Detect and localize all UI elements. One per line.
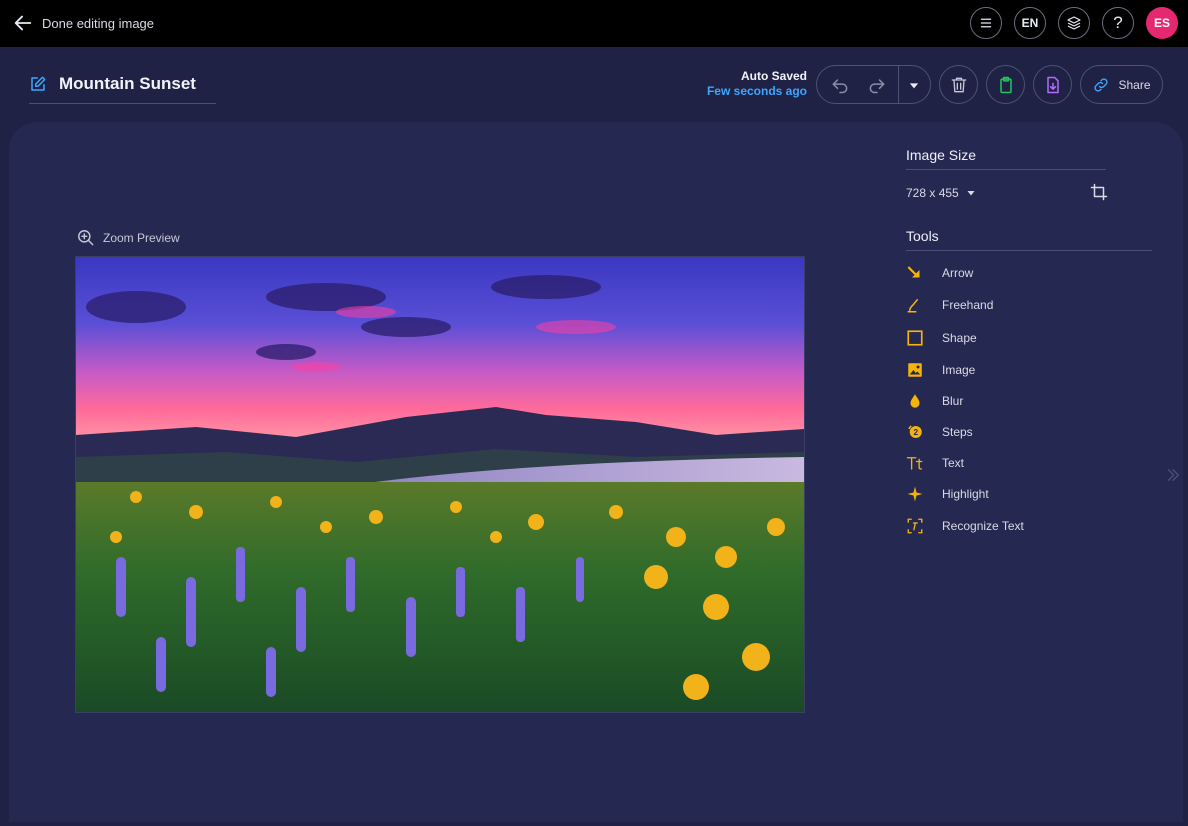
link-icon bbox=[1094, 77, 1109, 92]
blur-icon bbox=[910, 394, 920, 408]
back-arrow-icon bbox=[14, 15, 32, 31]
highlight-icon bbox=[907, 486, 923, 502]
zoom-in-icon bbox=[78, 230, 94, 246]
history-dropdown-button[interactable] bbox=[899, 67, 930, 103]
delete-button[interactable] bbox=[939, 65, 978, 104]
svg-text:2: 2 bbox=[913, 428, 918, 437]
tool-label: Freehand bbox=[942, 298, 994, 312]
tool-label: Text bbox=[942, 456, 965, 470]
help-button[interactable]: ? bbox=[1102, 7, 1134, 39]
tool-label: Highlight bbox=[942, 487, 989, 501]
tools-heading: Tools bbox=[906, 228, 939, 244]
zoom-preview-label: Zoom Preview bbox=[103, 230, 180, 245]
expand-panel-icon[interactable] bbox=[1164, 466, 1182, 484]
tool-label: Shape bbox=[942, 331, 977, 345]
image-title: Mountain Sunset bbox=[59, 74, 196, 93]
tool-steps[interactable]: 2 Steps bbox=[906, 422, 1106, 442]
tool-label: Recognize Text bbox=[942, 519, 1024, 533]
tool-arrow[interactable]: Arrow bbox=[906, 263, 1106, 283]
language-button[interactable]: EN bbox=[1014, 7, 1046, 39]
caret-down-icon bbox=[967, 191, 975, 196]
shape-icon bbox=[907, 330, 923, 346]
zoom-preview-button[interactable]: Zoom Preview bbox=[76, 228, 180, 247]
tool-shape[interactable]: Shape bbox=[906, 328, 1106, 348]
tool-label: Steps bbox=[942, 425, 973, 439]
tool-text[interactable]: Text bbox=[906, 453, 1106, 473]
divider bbox=[906, 169, 1106, 170]
edit-icon bbox=[31, 76, 46, 91]
text-icon bbox=[906, 457, 923, 470]
share-button[interactable]: Share bbox=[1080, 65, 1163, 104]
mountain-sunset-photo bbox=[76, 257, 804, 712]
download-file-icon bbox=[1046, 76, 1059, 93]
image-size-value: 728 x 455 bbox=[906, 186, 959, 200]
hamburger-menu-icon bbox=[980, 18, 992, 28]
tool-highlight[interactable]: Highlight bbox=[906, 484, 1106, 504]
image-title-field[interactable]: Mountain Sunset bbox=[29, 72, 216, 104]
done-editing-button[interactable]: Done editing image bbox=[12, 12, 154, 34]
layers-button[interactable] bbox=[1058, 7, 1090, 39]
autosave-status: Auto Saved Few seconds ago bbox=[707, 69, 807, 99]
layers-icon bbox=[1067, 16, 1081, 30]
autosave-time: Few seconds ago bbox=[706, 84, 807, 98]
tool-blur[interactable]: Blur bbox=[906, 391, 1106, 411]
steps-icon: 2 bbox=[908, 425, 922, 438]
tool-freehand[interactable]: Freehand bbox=[906, 295, 1106, 315]
tool-label: Blur bbox=[942, 394, 964, 408]
undo-icon bbox=[832, 78, 848, 93]
tool-label: Arrow bbox=[942, 266, 974, 280]
clipboard-icon bbox=[999, 76, 1012, 93]
undo-button[interactable] bbox=[821, 67, 858, 103]
image-size-heading: Image Size bbox=[906, 147, 977, 163]
redo-icon bbox=[869, 78, 885, 93]
top-bar: Done editing image EN ? ES bbox=[0, 0, 1188, 47]
user-avatar[interactable]: ES bbox=[1146, 7, 1178, 39]
arrow-icon bbox=[907, 266, 920, 278]
freehand-icon bbox=[907, 299, 918, 313]
share-label: Share bbox=[1118, 77, 1151, 92]
image-icon bbox=[908, 363, 922, 377]
history-controls bbox=[816, 65, 931, 104]
redo-button[interactable] bbox=[858, 67, 895, 103]
tool-label: Image bbox=[942, 363, 976, 377]
done-editing-label: Done editing image bbox=[42, 15, 155, 31]
caret-down-icon bbox=[910, 82, 919, 88]
crop-icon[interactable] bbox=[1090, 183, 1108, 201]
tool-recognize-text[interactable]: Recognize Text bbox=[906, 516, 1106, 536]
download-button[interactable] bbox=[1033, 65, 1072, 104]
recognize-text-icon bbox=[907, 518, 923, 534]
tool-image[interactable]: Image bbox=[906, 360, 1106, 380]
autosave-label: Auto Saved bbox=[740, 69, 807, 83]
image-canvas[interactable] bbox=[75, 256, 805, 713]
divider bbox=[906, 250, 1152, 251]
trash-icon bbox=[951, 77, 966, 92]
image-size-select[interactable]: 728 x 455 bbox=[906, 186, 977, 200]
copy-to-clipboard-button[interactable] bbox=[986, 65, 1025, 104]
menu-button[interactable] bbox=[970, 7, 1002, 39]
